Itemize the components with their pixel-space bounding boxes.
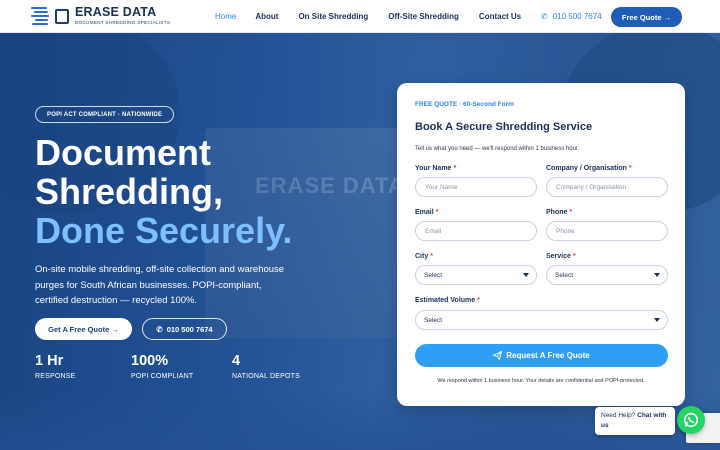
form-fine-print: We respond within 1 business hour. Your … xyxy=(437,378,645,384)
nav-item-off-site-shredding[interactable]: Off-Site Shredding xyxy=(388,12,459,21)
city-label: City * xyxy=(415,253,433,260)
call-phone-number: 010 500 7674 xyxy=(166,324,213,334)
quote-form-card: FREE QUOTE · 60-Second Form Book A Secur… xyxy=(397,83,685,406)
city-select[interactable]: Select xyxy=(415,265,537,285)
hero-lead-text: On-site mobile shredding, off-site colle… xyxy=(35,264,285,306)
request-quote-submit-button[interactable]: Request A Free Quote xyxy=(415,344,668,367)
hero-headline: Document Shredding, Done Securely. xyxy=(35,133,292,250)
stat-popi: 100% POPI COMPLIANT xyxy=(131,353,193,380)
stat-value: 1 Hr xyxy=(35,353,64,369)
stat-response: 1 Hr RESPONSE xyxy=(35,353,76,380)
chevron-down-icon xyxy=(654,318,660,322)
company-input[interactable]: Company / Organisation xyxy=(546,177,668,197)
volume-label: Estimated Volume * xyxy=(415,297,480,304)
get-free-quote-button[interactable]: Get A Free Quote → xyxy=(35,318,132,340)
service-select-value: Select xyxy=(555,271,574,279)
header-free-quote-button[interactable]: Free Quote → xyxy=(611,7,682,27)
nav-item-contact-us[interactable]: Contact Us xyxy=(479,12,521,21)
header-phone-number: 010 500 7674 xyxy=(552,12,602,21)
phone-icon: ✆ xyxy=(156,324,163,334)
stat-label: POPI COMPLIANT xyxy=(131,373,194,380)
whatsapp-chat-button[interactable] xyxy=(677,406,705,434)
site-header: ERASE DATA DOCUMENT SHREDDING SPECIALIST… xyxy=(0,0,720,33)
logo-shredder-icon xyxy=(31,4,71,28)
chat-prompt-bubble[interactable]: Need Help? Chat with us xyxy=(595,407,675,435)
email-label: Email * xyxy=(415,209,439,216)
stat-depots: 4 NATIONAL DEPOTS xyxy=(232,353,300,380)
phone-icon: ✆ xyxy=(541,12,548,21)
company-label: Company / Organisation * xyxy=(546,165,632,172)
headline-line-2: Shredding, xyxy=(35,171,223,212)
main-nav: Home About On Site Shredding Off-Site Sh… xyxy=(215,0,541,33)
stat-label: RESPONSE xyxy=(35,373,76,380)
city-select-value: Select xyxy=(424,271,443,279)
send-icon xyxy=(493,351,503,360)
chevron-down-icon xyxy=(523,273,529,277)
submit-label: Request A Free Quote xyxy=(506,351,590,360)
service-select[interactable]: Select xyxy=(546,265,668,285)
phone-input[interactable]: Phone xyxy=(546,221,668,241)
whatsapp-icon xyxy=(683,412,699,428)
call-phone-button[interactable]: ✆ 010 500 7674 xyxy=(142,318,227,340)
phone-label: Phone * xyxy=(546,209,573,216)
email-input[interactable]: Email xyxy=(415,221,537,241)
form-kicker: FREE QUOTE · 60-Second Form xyxy=(415,101,514,108)
stat-label: NATIONAL DEPOTS xyxy=(232,373,300,380)
compliance-badge: POPI ACT COMPLIANT · NATIONWIDE xyxy=(35,106,175,123)
logo-tagline: DOCUMENT SHREDDING SPECIALISTS xyxy=(75,19,171,25)
nav-item-home[interactable]: Home xyxy=(215,12,236,21)
logo[interactable]: ERASE DATA DOCUMENT SHREDDING SPECIALIST… xyxy=(31,4,170,28)
name-label: Your Name * xyxy=(415,165,457,172)
chat-prompt-text: Need Help? xyxy=(601,412,636,419)
volume-select-value: Select xyxy=(424,316,443,324)
service-label: Service * xyxy=(546,253,576,260)
chevron-down-icon xyxy=(654,273,660,277)
logo-title: ERASE DATA xyxy=(75,5,157,20)
form-title: Book A Secure Shredding Service xyxy=(415,121,593,133)
volume-select[interactable]: Select xyxy=(415,310,668,330)
headline-line-3: Done Securely. xyxy=(35,210,293,251)
stat-value: 4 xyxy=(232,353,241,369)
header-phone-link[interactable]: ✆ 010 500 7674 xyxy=(541,12,602,21)
stat-value: 100% xyxy=(131,353,169,369)
name-input[interactable]: Your Name xyxy=(415,177,537,197)
nav-item-about[interactable]: About xyxy=(255,12,278,21)
nav-item-on-site-shredding[interactable]: On Site Shredding xyxy=(298,12,368,21)
headline-line-1: Document xyxy=(35,132,212,173)
form-description: Tell us what you need — we'll respond wi… xyxy=(415,146,580,152)
